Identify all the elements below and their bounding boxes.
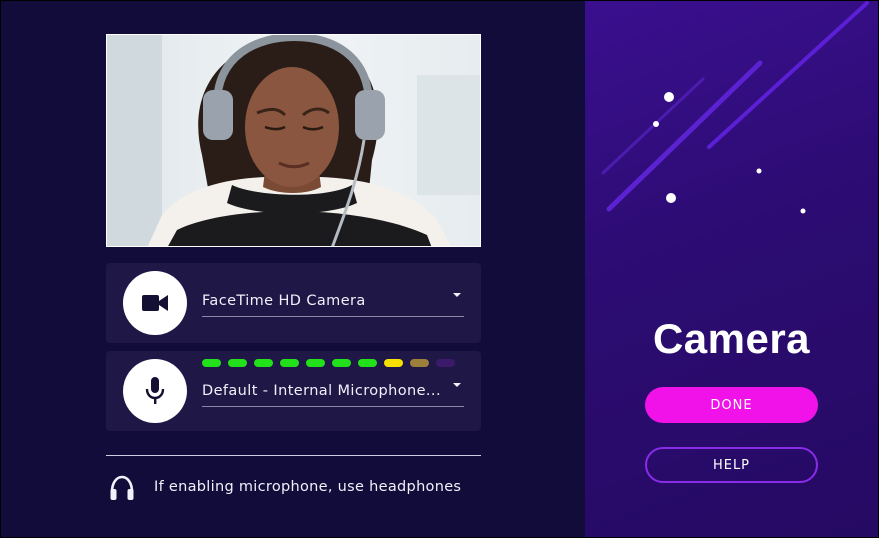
chevron-down-icon [453,293,461,297]
camera-select[interactable]: FaceTime HD Camera [202,289,464,317]
decorative-sparkles [601,1,869,214]
level-segment [306,359,325,367]
headphones-tip-text: If enabling microphone, use headphones [154,479,462,495]
camera-preview-image [107,35,480,246]
device-settings-panel: FaceTime HD Camera Default - Internal Mi… [1,1,585,537]
divider [106,455,481,456]
camera-toggle-button[interactable] [123,271,187,335]
headphones-icon [110,475,134,500]
done-button[interactable]: DONE [645,387,818,423]
level-segment [384,359,403,367]
page-title: Camera [652,315,811,362]
level-segment [228,359,247,367]
camera-setup-dialog: FaceTime HD Camera Default - Internal Mi… [1,1,878,537]
camera-select-value: FaceTime HD Camera [202,293,366,309]
microphone-select[interactable]: Default - Internal Microphone... [202,379,464,407]
level-segment [202,359,221,367]
microphone-toggle-button[interactable] [123,359,187,423]
camera-device-row: FaceTime HD Camera [106,263,481,343]
level-segment [254,359,273,367]
level-segment [358,359,377,367]
microphone-select-value: Default - Internal Microphone... [202,383,441,399]
level-segment [280,359,299,367]
microphone-level-meter [202,359,455,367]
help-button[interactable]: HELP [645,447,818,483]
microphone-icon [145,377,165,404]
level-segment [332,359,351,367]
microphone-device-row: Default - Internal Microphone... [106,351,481,431]
level-segment [436,359,455,367]
camera-side-panel: Camera DONE HELP [585,1,878,537]
camera-preview [106,34,481,247]
level-segment [410,359,429,367]
video-camera-icon [142,295,168,311]
chevron-down-icon [453,383,461,387]
